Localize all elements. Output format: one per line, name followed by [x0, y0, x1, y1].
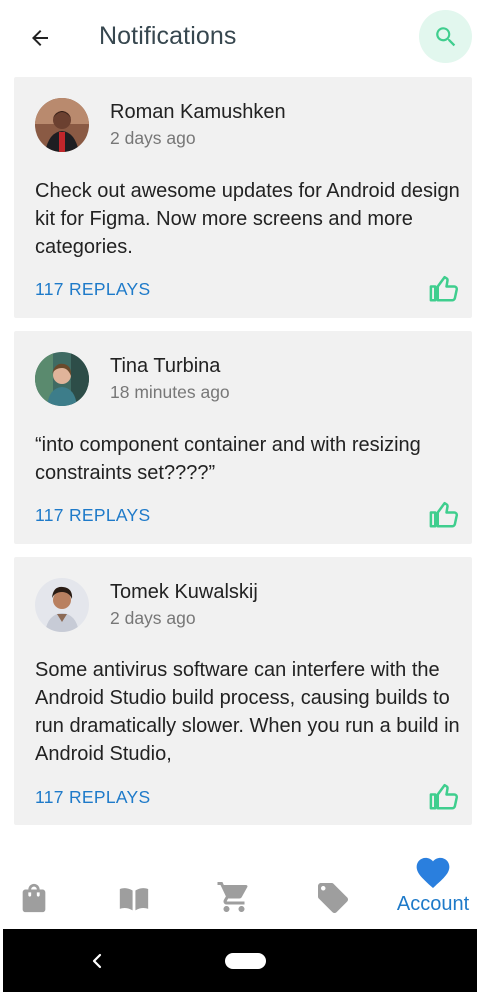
notification-text: Check out awesome updates for Android de…: [35, 180, 460, 258]
replies-link[interactable]: 117 REPLAYS: [35, 787, 151, 808]
timestamp: 18 minutes ago: [110, 382, 230, 402]
cart-icon: [217, 882, 248, 912]
nav-label-account: Account: [396, 893, 470, 915]
nav-item-account[interactable]: Account: [386, 842, 480, 928]
thumbs-up-icon[interactable]: [428, 274, 460, 304]
nav-item-library[interactable]: [112, 842, 156, 928]
page-title: Notifications: [99, 22, 237, 50]
avatar[interactable]: [35, 352, 89, 406]
shopping-bag-icon: [22, 883, 46, 913]
notification-text: “into component container and with resiz…: [35, 434, 421, 484]
book-icon: [119, 888, 149, 911]
author-name: Roman Kamushken: [110, 101, 286, 123]
bottom-navigation: Account: [0, 842, 480, 928]
notifications-screen: Notifications Roman Kamushken 2 days ago…: [0, 0, 480, 992]
nav-item-cart[interactable]: [214, 842, 254, 928]
avatar[interactable]: [35, 578, 89, 632]
notification-card[interactable]: Roman Kamushken 2 days ago Check out awe…: [14, 77, 472, 318]
search-button[interactable]: [419, 10, 472, 63]
author-name: Tomek Kuwalskij: [110, 581, 258, 603]
system-back-icon[interactable]: [87, 949, 107, 973]
nav-item-shop[interactable]: [14, 842, 54, 928]
notification-text: Some antivirus software can interfere wi…: [35, 659, 460, 765]
system-home-button[interactable]: [225, 953, 266, 969]
search-icon: [435, 26, 455, 46]
arrow-left-icon: [32, 30, 48, 46]
app-header: Notifications: [0, 0, 480, 76]
thumbs-up-icon[interactable]: [428, 500, 460, 530]
heart-icon: [416, 857, 450, 889]
nav-item-deals[interactable]: [313, 842, 353, 928]
notification-card[interactable]: Tomek Kuwalskij 2 days ago Some antiviru…: [14, 557, 472, 825]
replies-link[interactable]: 117 REPLAYS: [35, 505, 151, 526]
replies-link[interactable]: 117 REPLAYS: [35, 279, 151, 300]
timestamp: 2 days ago: [110, 128, 196, 148]
system-navigation-bar: [3, 929, 477, 992]
timestamp: 2 days ago: [110, 608, 196, 628]
notification-card[interactable]: Tina Turbina 18 minutes ago “into compon…: [14, 331, 472, 544]
thumbs-up-icon[interactable]: [428, 782, 460, 812]
back-button[interactable]: [20, 18, 60, 58]
avatar[interactable]: [35, 98, 89, 152]
tag-icon: [318, 883, 348, 913]
author-name: Tina Turbina: [110, 355, 221, 377]
